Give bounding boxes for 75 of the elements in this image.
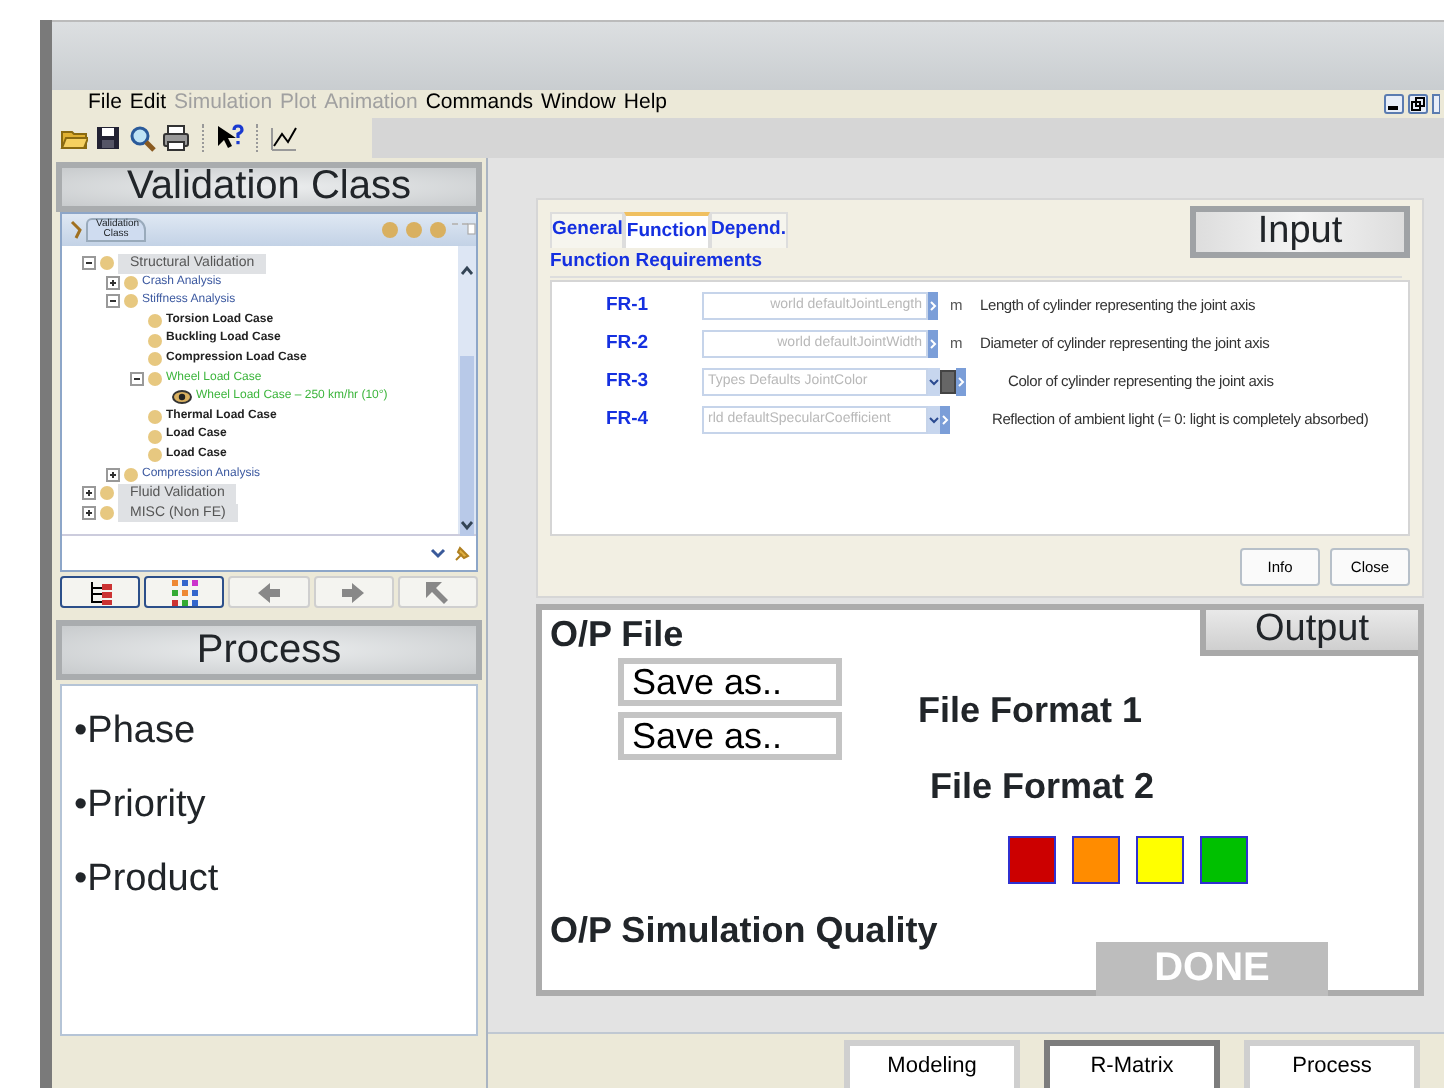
requirement-id: FR-2 xyxy=(603,329,651,358)
collapse-icon[interactable] xyxy=(82,256,96,271)
quality-swatch[interactable] xyxy=(1200,836,1248,884)
line-chart-icon[interactable] xyxy=(270,124,298,152)
panel-title: O/P File xyxy=(550,614,684,654)
section-label: Input xyxy=(1190,206,1410,258)
requirement-id: FR-4 xyxy=(603,405,651,434)
grid-view-icon xyxy=(169,577,200,607)
forward-arrow-icon xyxy=(338,577,369,607)
scroll-down-icon[interactable] xyxy=(458,518,476,534)
help-pointer-icon[interactable] xyxy=(216,124,244,152)
menu-item[interactable]: Window xyxy=(541,88,616,120)
list-item: •Phase xyxy=(74,708,198,756)
search-icon[interactable] xyxy=(128,124,156,152)
node-icon xyxy=(148,314,162,329)
node-icon xyxy=(124,467,138,482)
node-icon xyxy=(124,294,138,309)
dropdown-icon[interactable] xyxy=(430,545,446,561)
section-label: Output xyxy=(1200,610,1418,656)
restore-icon[interactable] xyxy=(1408,94,1428,114)
collapse-icon[interactable] xyxy=(130,371,144,386)
node-icon xyxy=(148,410,162,425)
eye-icon xyxy=(172,390,192,405)
quality-swatch[interactable] xyxy=(1008,836,1056,884)
expand-icon[interactable] xyxy=(106,275,120,290)
requirement-id: FR-3 xyxy=(603,367,651,396)
panel-header: Process xyxy=(56,620,482,680)
collapse-icon[interactable] xyxy=(106,294,120,309)
expand-icon[interactable] xyxy=(106,467,120,482)
dropdown-icon[interactable] xyxy=(928,367,940,396)
tree-view-icon xyxy=(85,577,116,607)
node-icon xyxy=(124,275,138,290)
panel-header: Validation Class xyxy=(56,162,482,212)
save-as-button[interactable]: Save as.. xyxy=(618,712,842,760)
quality-label: O/P Simulation Quality xyxy=(550,910,938,950)
tab[interactable]: R-Matrix xyxy=(1044,1040,1220,1088)
tab[interactable]: Process xyxy=(1244,1040,1420,1088)
menu-item[interactable]: File xyxy=(88,88,122,120)
tab[interactable]: General xyxy=(550,212,625,248)
dropdown-icon[interactable] xyxy=(928,405,940,434)
save-as-button[interactable]: Save as.. xyxy=(618,658,842,706)
node-icon xyxy=(148,352,162,367)
menu-item[interactable]: Edit xyxy=(129,88,167,120)
node-icon xyxy=(148,448,162,463)
tab[interactable]: Modeling xyxy=(844,1040,1020,1088)
printer-icon[interactable] xyxy=(162,124,190,152)
tab[interactable]: Function xyxy=(624,212,709,248)
quality-swatch[interactable] xyxy=(1136,836,1184,884)
node-icon xyxy=(100,256,114,271)
list-item: •Priority xyxy=(74,782,208,830)
expand-icon[interactable] xyxy=(82,486,96,501)
back-arrow-icon xyxy=(254,577,284,607)
save-icon[interactable] xyxy=(94,124,122,152)
node-icon xyxy=(148,429,162,444)
file-format-label: File Format 2 xyxy=(930,764,1155,810)
menu-item[interactable]: Commands xyxy=(425,88,534,120)
minimize-icon[interactable] xyxy=(1384,94,1404,114)
node-icon xyxy=(100,506,114,521)
nav-button[interactable] xyxy=(144,576,225,608)
node-icon xyxy=(148,371,162,386)
list-item: •Product xyxy=(74,856,221,904)
node-icon xyxy=(148,333,162,348)
quality-swatch[interactable] xyxy=(1072,836,1120,884)
scrollbar[interactable] xyxy=(458,246,476,534)
menu-item[interactable]: Help xyxy=(623,88,667,120)
requirement-id: FR-1 xyxy=(603,291,651,320)
expand-icon[interactable] xyxy=(82,506,96,521)
file-format-label: File Format 1 xyxy=(918,688,1143,734)
nav-button[interactable] xyxy=(60,576,141,608)
node-icon xyxy=(100,486,114,501)
scroll-up-icon[interactable] xyxy=(458,261,476,278)
section-title: Function Requirements xyxy=(550,248,1402,279)
color-swatch-icon[interactable] xyxy=(940,369,956,394)
up-left-arrow-icon xyxy=(422,577,453,607)
tab[interactable]: Depend. xyxy=(709,212,788,248)
